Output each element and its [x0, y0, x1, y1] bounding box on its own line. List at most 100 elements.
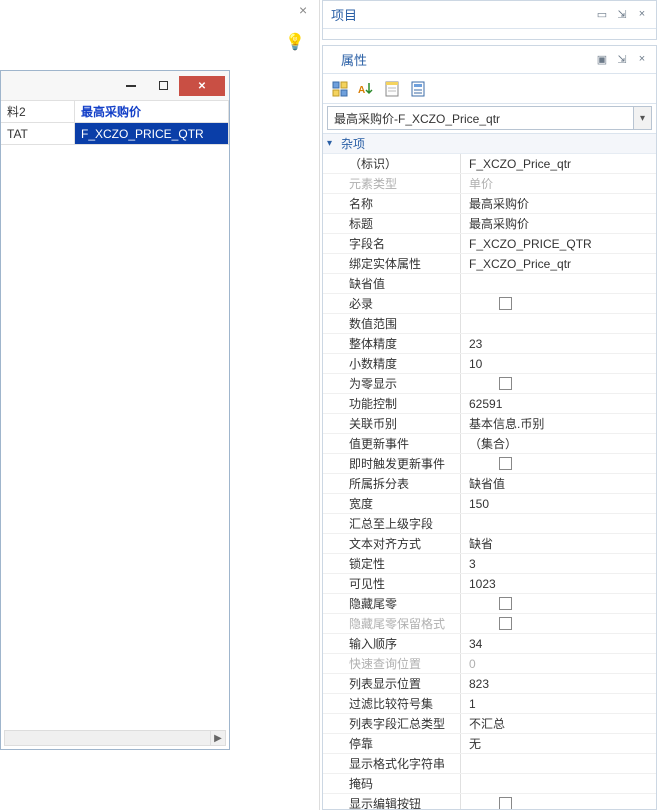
property-row[interactable]: 为零显示 [323, 374, 656, 394]
property-row[interactable]: 锁定性3 [323, 554, 656, 574]
property-value[interactable] [461, 794, 656, 809]
property-row[interactable]: 掩码 [323, 774, 656, 794]
property-row[interactable]: 值更新事件（集合） [323, 434, 656, 454]
property-row[interactable]: 显示编辑按钮 [323, 794, 656, 809]
property-value[interactable] [461, 374, 656, 393]
property-value[interactable] [461, 294, 656, 313]
horizontal-scrollbar[interactable] [4, 730, 211, 746]
property-row[interactable]: 输入顺序34 [323, 634, 656, 654]
property-row[interactable]: 隐藏尾零 [323, 594, 656, 614]
property-value[interactable]: 150 [461, 494, 656, 513]
close-icon[interactable]: × [636, 8, 648, 21]
property-row[interactable]: 整体精度23 [323, 334, 656, 354]
property-value[interactable]: 缺省值 [461, 474, 656, 493]
property-row[interactable]: 文本对齐方式缺省 [323, 534, 656, 554]
grid-cell[interactable]: TAT [1, 123, 75, 145]
property-value[interactable] [461, 754, 656, 773]
property-value[interactable]: 不汇总 [461, 714, 656, 733]
checkbox[interactable] [499, 297, 512, 310]
window-state-icon[interactable]: ▣ [596, 53, 608, 66]
property-row[interactable]: 绑定实体属性F_XCZO_Price_qtr [323, 254, 656, 274]
property-value[interactable]: F_XCZO_Price_qtr [461, 154, 656, 173]
window-minimize-button[interactable] [115, 76, 147, 96]
property-row[interactable]: 列表显示位置823 [323, 674, 656, 694]
property-value[interactable]: （集合） [461, 434, 656, 453]
property-value[interactable]: 23 [461, 334, 656, 353]
property-value[interactable]: F_XCZO_PRICE_QTR [461, 234, 656, 253]
property-value[interactable]: 62591 [461, 394, 656, 413]
pin-icon[interactable]: ⇲ [616, 8, 628, 21]
category-header[interactable]: ▾ 杂项 [323, 134, 656, 154]
property-value[interactable]: 最高采购价 [461, 214, 656, 233]
property-row[interactable]: 所属拆分表缺省值 [323, 474, 656, 494]
checkbox[interactable] [499, 377, 512, 390]
property-row[interactable]: 元素类型单价 [323, 174, 656, 194]
close-icon[interactable]: × [299, 2, 311, 16]
window-titlebar[interactable] [1, 71, 229, 101]
property-row[interactable]: 可见性1023 [323, 574, 656, 594]
property-row[interactable]: 即时触发更新事件 [323, 454, 656, 474]
property-value[interactable] [461, 314, 656, 333]
grid-cell-selected[interactable]: F_XCZO_PRICE_QTR [75, 123, 229, 145]
property-value[interactable] [461, 774, 656, 793]
checkbox[interactable] [499, 597, 512, 610]
property-value[interactable] [461, 614, 656, 633]
property-row[interactable]: 名称最高采购价 [323, 194, 656, 214]
property-value[interactable] [461, 594, 656, 613]
properties-panel-titlebar[interactable]: 属性 ▣ ⇲ × [323, 46, 656, 74]
property-row[interactable]: 过滤比较符号集1 [323, 694, 656, 714]
pin-icon[interactable]: ⇲ [616, 53, 628, 66]
property-row[interactable]: 宽度150 [323, 494, 656, 514]
object-selector[interactable]: 最高采购价-F_XCZO_Price_qtr ▾ [327, 106, 652, 130]
property-value[interactable]: 3 [461, 554, 656, 573]
property-row[interactable]: 标题最高采购价 [323, 214, 656, 234]
property-row[interactable]: 显示格式化字符串 [323, 754, 656, 774]
property-row[interactable]: 缺省值 [323, 274, 656, 294]
property-value[interactable]: 34 [461, 634, 656, 653]
property-row[interactable]: 小数精度10 [323, 354, 656, 374]
property-value[interactable] [461, 454, 656, 473]
property-value[interactable] [461, 274, 656, 293]
property-row[interactable]: 数值范围 [323, 314, 656, 334]
window-state-icon[interactable]: ▭ [596, 8, 608, 21]
property-value[interactable] [461, 514, 656, 533]
property-value[interactable]: 823 [461, 674, 656, 693]
property-value[interactable]: 单价 [461, 174, 656, 193]
collapse-arrow-icon[interactable]: ▾ [327, 138, 332, 149]
property-value[interactable]: 10 [461, 354, 656, 373]
property-row[interactable]: 快速查询位置0 [323, 654, 656, 674]
window-maximize-button[interactable] [147, 76, 179, 96]
property-page-icon[interactable] [381, 78, 403, 100]
property-row[interactable]: 隐藏尾零保留格式 [323, 614, 656, 634]
property-value[interactable]: 1 [461, 694, 656, 713]
hint-bulb-icon[interactable]: 💡 [285, 32, 305, 52]
property-row[interactable]: 停靠无 [323, 734, 656, 754]
property-value[interactable]: 1023 [461, 574, 656, 593]
property-value[interactable]: 0 [461, 654, 656, 673]
property-row[interactable]: 功能控制62591 [323, 394, 656, 414]
project-panel-titlebar[interactable]: 项目 ▭ ⇲ × [323, 1, 656, 29]
categorize-icon[interactable] [329, 78, 351, 100]
grid-data-row[interactable]: TAT F_XCZO_PRICE_QTR [1, 123, 229, 145]
property-value[interactable]: 最高采购价 [461, 194, 656, 213]
properties-grid[interactable]: ▾ 杂项 （标识）F_XCZO_Price_qtr元素类型单价名称最高采购价标题… [323, 133, 656, 809]
property-row[interactable]: 必录 [323, 294, 656, 314]
property-row[interactable]: 汇总至上级字段 [323, 514, 656, 534]
grid-header-cell-selected[interactable]: 最高采购价 [75, 101, 229, 123]
property-value[interactable]: 缺省 [461, 534, 656, 553]
checkbox[interactable] [499, 797, 512, 809]
property-row[interactable]: 字段名F_XCZO_PRICE_QTR [323, 234, 656, 254]
property-value[interactable]: 无 [461, 734, 656, 753]
scroll-right-icon[interactable]: ▶ [210, 730, 226, 746]
events-icon[interactable] [407, 78, 429, 100]
data-grid[interactable]: 料2 最高采购价 TAT F_XCZO_PRICE_QTR [1, 101, 229, 145]
checkbox[interactable] [499, 457, 512, 470]
grid-header-cell[interactable]: 料2 [1, 101, 75, 123]
property-row[interactable]: （标识）F_XCZO_Price_qtr [323, 154, 656, 174]
window-close-button[interactable] [179, 76, 225, 96]
property-row[interactable]: 关联币别基本信息.币别 [323, 414, 656, 434]
property-row[interactable]: 列表字段汇总类型不汇总 [323, 714, 656, 734]
close-icon[interactable]: × [636, 53, 648, 66]
sort-az-icon[interactable]: A [355, 78, 377, 100]
chevron-down-icon[interactable]: ▾ [633, 107, 651, 129]
